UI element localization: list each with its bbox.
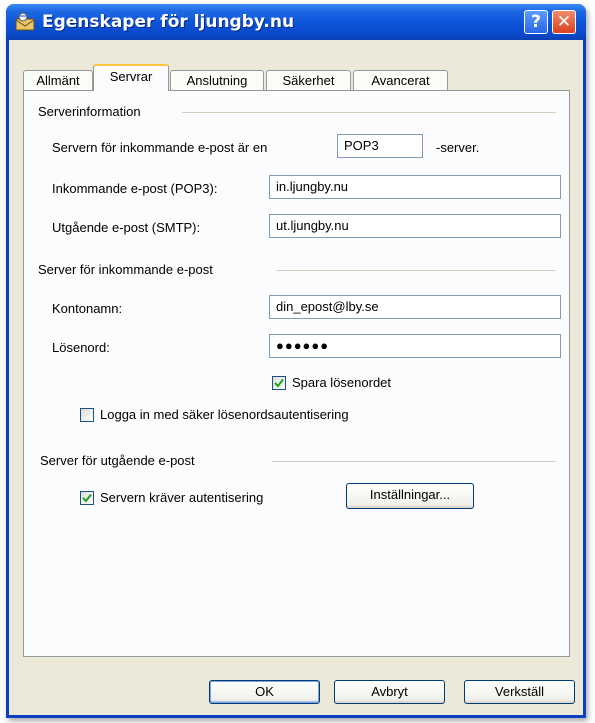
serverinfo-heading: Serverinformation [38, 104, 141, 119]
outgoing-server-input[interactable]: ut.ljungby.nu [269, 214, 561, 238]
serverinfo-divider [182, 112, 556, 113]
tab-avancerat[interactable]: Avancerat [353, 70, 448, 90]
incoming-type-label: Servern för inkommande e-post är en [52, 140, 268, 155]
ok-button[interactable]: OK [209, 680, 320, 704]
checkmark-icon [82, 493, 92, 503]
incoming-server-label: Inkommande e-post (POP3): [52, 181, 218, 196]
dialog-client-area: Allmänt Servrar Anslutning Säkerhet Avan… [9, 40, 583, 715]
settings-button[interactable]: Inställningar... [346, 483, 474, 509]
auth-required-label[interactable]: Servern kräver autentisering [100, 490, 263, 505]
outgoing-server-label: Utgående e-post (SMTP): [52, 220, 201, 235]
account-name-input[interactable]: din_epost@lby.se [269, 295, 561, 319]
close-button[interactable]: ✕ [552, 10, 576, 34]
outgoing-heading: Server för utgående e-post [40, 453, 195, 468]
tab-anslutning[interactable]: Anslutning [170, 70, 264, 90]
checkmark-icon [274, 378, 284, 388]
help-button[interactable]: ? [524, 10, 548, 34]
auth-required-checkbox[interactable] [80, 491, 94, 505]
account-name-label: Kontonamn: [52, 301, 123, 316]
incoming-heading: Server för inkommande e-post [38, 262, 213, 277]
tab-allmant[interactable]: Allmänt [23, 70, 93, 90]
apply-button[interactable]: Verkställ [464, 680, 575, 704]
title-bar[interactable]: Egenskaper för ljungby.nu ? ✕ [6, 4, 586, 40]
save-password-checkbox[interactable] [272, 376, 286, 390]
tab-servrar[interactable]: Servrar [93, 64, 169, 91]
spa-label[interactable]: Logga in med säker lösenordsautentiserin… [100, 407, 349, 422]
incoming-type-suffix: -server. [436, 140, 480, 155]
mail-account-icon [15, 12, 35, 31]
save-password-label[interactable]: Spara lösenordet [292, 375, 391, 390]
incoming-server-input[interactable]: in.ljungby.nu [269, 175, 561, 199]
properties-dialog: Egenskaper för ljungby.nu ? ✕ Allmänt Se… [6, 4, 586, 718]
password-input[interactable]: ●●●●●● [269, 334, 561, 358]
outgoing-divider [272, 461, 556, 462]
incoming-type-value: POP3 [337, 134, 423, 158]
tab-sakerhet[interactable]: Säkerhet [266, 70, 351, 90]
cancel-button[interactable]: Avbryt [334, 680, 445, 704]
password-label: Lösenord: [52, 340, 110, 355]
window-title: Egenskaper för ljungby.nu [42, 12, 295, 32]
tab-panel-servrar: Serverinformation Servern för inkommande… [23, 90, 570, 657]
spa-checkbox[interactable] [80, 408, 94, 422]
incoming-divider [276, 270, 556, 271]
